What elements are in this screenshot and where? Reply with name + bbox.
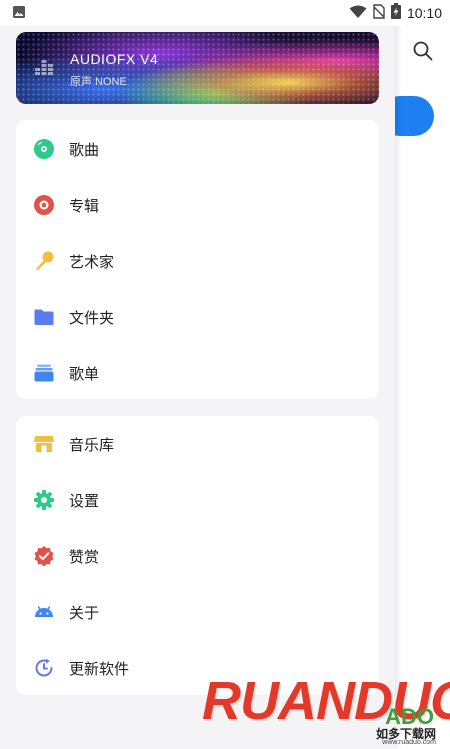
menu-item-music-library[interactable]: 音乐库 [16,419,379,469]
microphone-icon [33,250,55,272]
song-disc-icon [33,138,55,160]
no-sim-icon [373,3,385,23]
watermark: RUANDUO ADO 如多下载网 www.ruaduo.com [200,670,450,749]
menu-label: 关于 [69,603,100,622]
watermark-url: www.ruaduo.com [382,739,436,746]
menu-item-folders[interactable]: 文件夹 [16,292,379,342]
status-bar: 10:10 [0,0,450,26]
store-icon [33,433,55,455]
folder-icon [33,306,55,328]
battery-charging-icon [390,3,401,23]
clock: 10:10 [406,5,442,21]
equalizer-icon [34,57,54,77]
menu-label: 更新软件 [69,659,130,678]
menu-label: 赞赏 [69,547,100,566]
update-clock-icon [33,657,55,679]
check-badge-icon [33,545,55,567]
wifi-icon [349,4,367,23]
menu-label: 歌曲 [69,140,100,159]
menu-item-about[interactable]: 关于 [16,587,379,637]
app-title: AUDIOFX V4 [70,51,159,67]
menu-item-donate[interactable]: 赞赏 [16,531,379,581]
menu-label: 歌单 [69,364,100,383]
search-icon[interactable] [412,40,434,62]
secondary-menu: 音乐库 设置 赞赏 关于 更新软件 [16,416,379,695]
android-icon [33,601,55,623]
menu-item-settings[interactable]: 设置 [16,475,379,525]
gear-icon [33,489,55,511]
menu-label: 艺术家 [69,252,115,271]
menu-item-albums[interactable]: 专辑 [16,180,379,230]
menu-label: 专辑 [69,196,100,215]
navigation-drawer: AUDIOFX V4 原声 NONE 歌曲 专辑 艺术家 文件夹 歌单 音乐库 … [0,0,395,749]
drawer-header[interactable]: AUDIOFX V4 原声 NONE [16,32,379,104]
menu-label: 设置 [69,491,100,510]
album-icon [33,194,55,216]
menu-label: 文件夹 [69,308,115,327]
menu-label: 音乐库 [69,435,115,454]
playlist-icon [33,362,55,384]
primary-menu: 歌曲 专辑 艺术家 文件夹 歌单 [16,120,379,399]
image-icon [12,4,26,23]
audio-effect-status: 原声 NONE [70,76,127,88]
header-background [16,32,379,104]
menu-item-songs[interactable]: 歌曲 [16,124,379,174]
menu-item-playlists[interactable]: 歌单 [16,348,379,398]
menu-item-artists[interactable]: 艺术家 [16,236,379,286]
